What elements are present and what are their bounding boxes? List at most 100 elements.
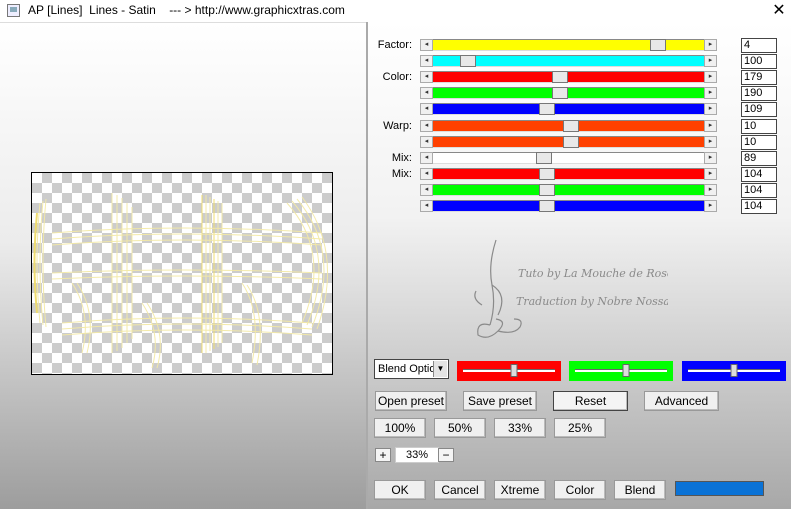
ok-button[interactable]: OK bbox=[374, 480, 426, 500]
arrow-left-icon[interactable]: ◂ bbox=[420, 136, 433, 148]
arrow-left-icon[interactable]: ◂ bbox=[420, 200, 433, 212]
slider-thumb[interactable] bbox=[649, 39, 666, 51]
satin-lines-preview bbox=[33, 193, 329, 369]
color-slider-knob[interactable] bbox=[730, 364, 738, 377]
param-slider[interactable]: ◂ ▸ bbox=[420, 168, 717, 180]
blend-button[interactable]: Blend bbox=[614, 480, 666, 500]
app-icon bbox=[7, 4, 20, 17]
zoom-out-button[interactable]: − bbox=[438, 448, 454, 462]
param-value-field[interactable]: 4 bbox=[741, 38, 777, 53]
arrow-right-icon[interactable]: ▸ bbox=[704, 103, 717, 115]
blend-color-swatch[interactable] bbox=[675, 481, 764, 496]
reset-button[interactable]: Reset bbox=[553, 391, 628, 411]
arrow-right-icon[interactable]: ▸ bbox=[704, 55, 717, 67]
param-slider[interactable]: ◂ ▸ bbox=[420, 184, 717, 196]
param-slider[interactable]: ◂ ▸ bbox=[420, 136, 717, 148]
zoom-33-button[interactable]: 33% bbox=[494, 418, 546, 438]
param-slider[interactable]: ◂ ▸ bbox=[420, 103, 717, 115]
zoom-in-button[interactable]: + bbox=[375, 448, 391, 462]
param-value-field[interactable]: 104 bbox=[741, 183, 777, 198]
zoom-25-button[interactable]: 25% bbox=[554, 418, 606, 438]
zoom-100-button[interactable]: 100% bbox=[374, 418, 426, 438]
slider-track[interactable] bbox=[433, 103, 704, 115]
arrow-right-icon[interactable]: ▸ bbox=[704, 39, 717, 51]
watermark-line-2: Traduction by Nobre Nossas bbox=[516, 295, 668, 308]
arrow-left-icon[interactable]: ◂ bbox=[420, 184, 433, 196]
param-label: Color: bbox=[382, 71, 412, 83]
dropdown-arrow-icon[interactable]: ▼ bbox=[433, 361, 447, 377]
arrow-right-icon[interactable]: ▸ bbox=[704, 184, 717, 196]
param-value-field[interactable]: 10 bbox=[741, 135, 777, 150]
param-value-field[interactable]: 109 bbox=[741, 102, 777, 117]
slider-thumb[interactable] bbox=[563, 136, 580, 148]
slider-thumb[interactable] bbox=[538, 103, 555, 115]
arrow-left-icon[interactable]: ◂ bbox=[420, 168, 433, 180]
slider-thumb[interactable] bbox=[538, 184, 555, 196]
param-slider[interactable]: ◂ ▸ bbox=[420, 39, 717, 51]
xtreme-button[interactable]: Xtreme bbox=[494, 480, 546, 500]
preview-image[interactable] bbox=[31, 172, 333, 375]
blend-color-slider[interactable] bbox=[682, 361, 786, 381]
param-slider[interactable]: ◂ ▸ bbox=[420, 200, 717, 212]
arrow-right-icon[interactable]: ▸ bbox=[704, 136, 717, 148]
arrow-right-icon[interactable]: ▸ bbox=[704, 152, 717, 164]
color-slider-line bbox=[463, 369, 555, 372]
open-preset-button[interactable]: Open preset bbox=[375, 391, 447, 411]
arrow-left-icon[interactable]: ◂ bbox=[420, 39, 433, 51]
param-slider[interactable]: ◂ ▸ bbox=[420, 87, 717, 99]
save-preset-button[interactable]: Save preset bbox=[463, 391, 537, 411]
param-value-field[interactable]: 89 bbox=[741, 151, 777, 166]
slider-thumb[interactable] bbox=[460, 55, 477, 67]
blend-color-slider[interactable] bbox=[569, 361, 673, 381]
param-slider[interactable]: ◂ ▸ bbox=[420, 152, 717, 164]
param-value-field[interactable]: 179 bbox=[741, 70, 777, 85]
arrow-right-icon[interactable]: ▸ bbox=[704, 168, 717, 180]
param-value-field[interactable]: 100 bbox=[741, 54, 777, 69]
blend-color-slider[interactable] bbox=[457, 361, 561, 381]
slider-thumb[interactable] bbox=[552, 87, 569, 99]
slider-track[interactable] bbox=[433, 184, 704, 196]
advanced-button[interactable]: Advanced bbox=[644, 391, 719, 411]
arrow-left-icon[interactable]: ◂ bbox=[420, 87, 433, 99]
param-value-field[interactable]: 10 bbox=[741, 119, 777, 134]
param-value-field[interactable]: 104 bbox=[741, 167, 777, 182]
watermark-line-1: Tuto by La Mouche de Rose bbox=[518, 267, 668, 280]
preview-pane bbox=[0, 22, 366, 509]
slider-thumb[interactable] bbox=[552, 71, 569, 83]
slider-track[interactable] bbox=[433, 200, 704, 212]
color-slider-knob[interactable] bbox=[622, 364, 630, 377]
controls-pane: Factor: ◂ ▸ 4 ◂ ▸ 100 Color: ◂ ▸ 179 ◂ ▸ 190 ◂ ▸ 109 Warp… bbox=[368, 22, 791, 509]
arrow-right-icon[interactable]: ▸ bbox=[704, 200, 717, 212]
param-value-field[interactable]: 104 bbox=[741, 199, 777, 214]
slider-track[interactable] bbox=[433, 71, 704, 83]
arrow-left-icon[interactable]: ◂ bbox=[420, 152, 433, 164]
arrow-left-icon[interactable]: ◂ bbox=[420, 55, 433, 67]
title-bar: AP [Lines] Lines - Satin --- > http://ww… bbox=[0, 0, 791, 22]
color-slider-knob[interactable] bbox=[510, 364, 518, 377]
slider-track[interactable] bbox=[433, 152, 704, 164]
param-slider[interactable]: ◂ ▸ bbox=[420, 55, 717, 67]
slider-track[interactable] bbox=[433, 168, 704, 180]
zoom-50-button[interactable]: 50% bbox=[434, 418, 486, 438]
slider-thumb[interactable] bbox=[538, 168, 555, 180]
arrow-left-icon[interactable]: ◂ bbox=[420, 103, 433, 115]
param-value-field[interactable]: 190 bbox=[741, 86, 777, 101]
color-button[interactable]: Color bbox=[554, 480, 606, 500]
arrow-right-icon[interactable]: ▸ bbox=[704, 120, 717, 132]
cancel-button[interactable]: Cancel bbox=[434, 480, 486, 500]
arrow-right-icon[interactable]: ▸ bbox=[704, 87, 717, 99]
slider-thumb[interactable] bbox=[563, 120, 580, 132]
close-button[interactable]: ✕ bbox=[768, 1, 790, 21]
param-label: Warp: bbox=[383, 120, 412, 132]
window-title: AP [Lines] Lines - Satin --- > http://ww… bbox=[28, 3, 345, 17]
arrow-right-icon[interactable]: ▸ bbox=[704, 71, 717, 83]
param-slider[interactable]: ◂ ▸ bbox=[420, 120, 717, 132]
blend-options-select[interactable]: Blend Options ▼ bbox=[374, 359, 449, 379]
watermark-logo: Tuto by La Mouche de Rose Traduction by … bbox=[474, 239, 668, 338]
slider-thumb[interactable] bbox=[538, 200, 555, 212]
arrow-left-icon[interactable]: ◂ bbox=[420, 71, 433, 83]
param-slider[interactable]: ◂ ▸ bbox=[420, 71, 717, 83]
slider-thumb[interactable] bbox=[536, 152, 553, 164]
slider-track[interactable] bbox=[433, 87, 704, 99]
arrow-left-icon[interactable]: ◂ bbox=[420, 120, 433, 132]
